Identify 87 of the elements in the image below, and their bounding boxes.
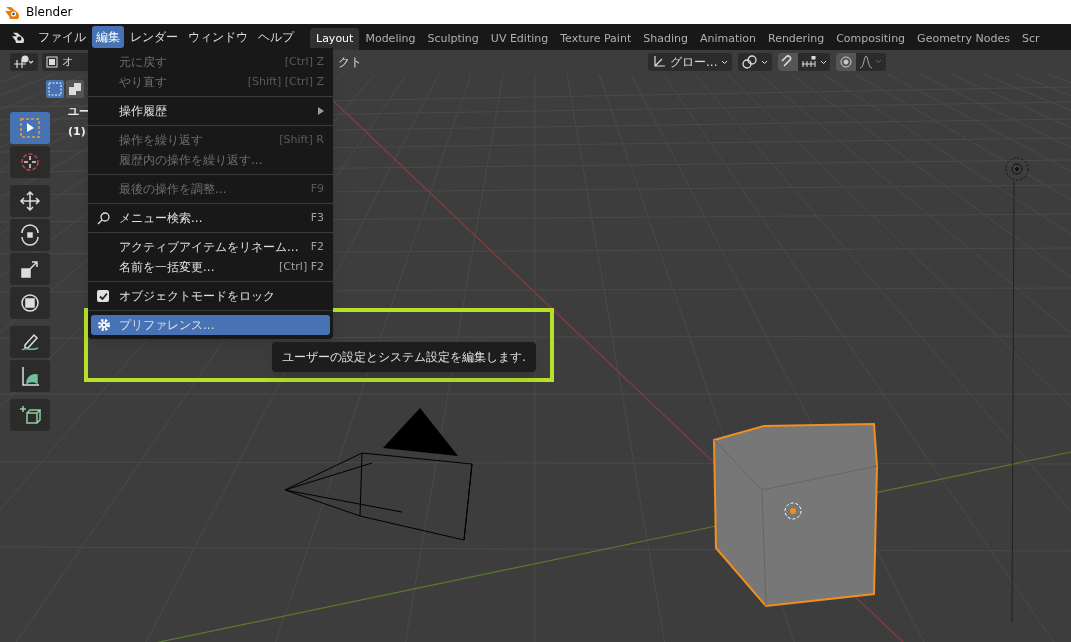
checkmark-icon — [98, 291, 108, 301]
tool-button[interactable] — [10, 185, 50, 217]
tool-button[interactable] — [10, 253, 50, 285]
workspace-tab[interactable]: UV Editing — [484, 27, 555, 50]
search-icon — [97, 211, 110, 225]
pencil-icon — [19, 331, 41, 353]
light-icon — [1004, 156, 1030, 182]
tool-button[interactable] — [10, 360, 50, 392]
scale-icon — [19, 258, 41, 280]
orientation-dropdown[interactable]: グロー... — [648, 53, 733, 71]
move-arrows-icon — [19, 190, 41, 212]
shortcut-label: F9 — [310, 180, 324, 197]
circle-dot-icon — [839, 55, 854, 69]
axes-icon — [652, 55, 666, 69]
menu-item[interactable]: 名前を一括変更... [Ctrl] F2 — [91, 257, 330, 277]
shortcut-label: [Ctrl] F2 — [279, 258, 324, 275]
menu-item-label: 元に戻す — [119, 54, 167, 71]
menu-item-label: 履歴内の操作を繰り返す... — [119, 152, 263, 169]
workspace-tab[interactable]: Animation — [693, 27, 762, 50]
workspace-tab[interactable]: Shading — [637, 27, 694, 50]
crosshair-icon — [19, 151, 41, 173]
workspace-tab[interactable]: Rendering — [762, 27, 831, 50]
pivot-dropdown[interactable] — [738, 53, 773, 71]
transform-gizmo-icon — [13, 55, 35, 69]
snap-toggle[interactable] — [778, 53, 799, 71]
shortcut-label: [Shift] [Ctrl] Z — [247, 73, 324, 90]
settings-icon — [97, 318, 111, 332]
menu-item-label: 操作履歴 — [119, 103, 167, 120]
workspace-tab[interactable]: Modeling — [359, 27, 422, 50]
menu-title[interactable]: レンダー — [126, 26, 182, 48]
object-menu-label[interactable]: クト — [338, 53, 362, 71]
submenu-arrow-icon — [318, 107, 324, 115]
shortcut-label: [Shift] R — [279, 131, 324, 148]
menu-item-label: 名前を一括変更... — [119, 259, 215, 276]
menu-item-label: 操作を繰り返す — [119, 132, 203, 149]
select-box-icon — [19, 117, 41, 139]
tooltip: ユーザーの設定とシステム設定を編集します. — [272, 342, 536, 372]
proportional-toggle[interactable] — [836, 53, 857, 71]
menu-item-label: オブジェクトモードをロック — [119, 288, 275, 305]
select-new-icon[interactable] — [46, 80, 64, 98]
tool-button[interactable] — [10, 146, 50, 178]
shortcut-label: [Ctrl] Z — [284, 53, 324, 70]
tool-button[interactable] — [10, 326, 50, 358]
add-cube-icon — [19, 404, 41, 426]
workspace-tab[interactable]: Texture Paint — [554, 27, 638, 50]
checkbox[interactable] — [97, 290, 109, 302]
object-mode-icon — [46, 56, 58, 68]
workspace-tab[interactable]: Compositing — [830, 27, 912, 50]
menu-title[interactable]: ウィンドウ — [184, 26, 252, 48]
workspace-tab[interactable]: Geometry Nodes — [911, 27, 1016, 50]
ruler-icon — [19, 365, 41, 387]
object-name-label: (1) — [68, 123, 86, 140]
falloff-curve-icon — [859, 55, 884, 69]
menu-title[interactable]: ヘルプ — [254, 26, 298, 48]
menu-item[interactable]: プリファレンス... — [91, 315, 330, 335]
app-logo-icon — [10, 31, 26, 43]
transform-icon — [19, 292, 41, 314]
chevron-icon — [721, 59, 729, 65]
menu-item[interactable]: メニュー検索... F3 — [91, 208, 330, 228]
select-extend-icon[interactable] — [66, 80, 84, 98]
shortcut-label: F3 — [310, 209, 324, 226]
menu-item[interactable]: アクティブアイテムをリネーム... F2 — [91, 237, 330, 257]
workspace-tab[interactable]: Scr — [1015, 27, 1046, 50]
tool-button[interactable] — [10, 287, 50, 319]
app-logo-icon — [4, 5, 20, 19]
chevron-icon — [820, 59, 828, 65]
workspace-tab[interactable]: Sculpting — [421, 27, 485, 50]
menu-item-label: やり直す — [119, 74, 167, 91]
tool-button[interactable] — [10, 219, 50, 251]
menu-item[interactable]: 操作履歴 — [91, 101, 330, 121]
link-rings-icon — [742, 55, 759, 69]
menu-item-label: 最後の操作を調整... — [119, 181, 227, 198]
shortcut-label: F2 — [310, 238, 324, 255]
gizmo-dropdown[interactable] — [10, 53, 38, 71]
menu-title[interactable]: ファイル — [34, 26, 90, 48]
snap-increment-icon — [801, 56, 818, 68]
chevron-icon — [761, 59, 769, 65]
menu-item-label: アクティブアイテムをリネーム... — [119, 239, 299, 256]
menu-item[interactable]: オブジェクトモードをロック — [91, 286, 330, 306]
rotate-icon — [19, 224, 41, 246]
mode-label: オ — [62, 53, 73, 70]
menu-title[interactable]: 編集 — [92, 26, 124, 48]
window-title: Blender — [26, 4, 73, 21]
menu-item-label: プリファレンス... — [119, 317, 215, 334]
menu-item-label: メニュー検索... — [119, 210, 203, 227]
workspace-tab[interactable]: Layout — [310, 27, 360, 50]
tool-button[interactable] — [10, 399, 50, 431]
